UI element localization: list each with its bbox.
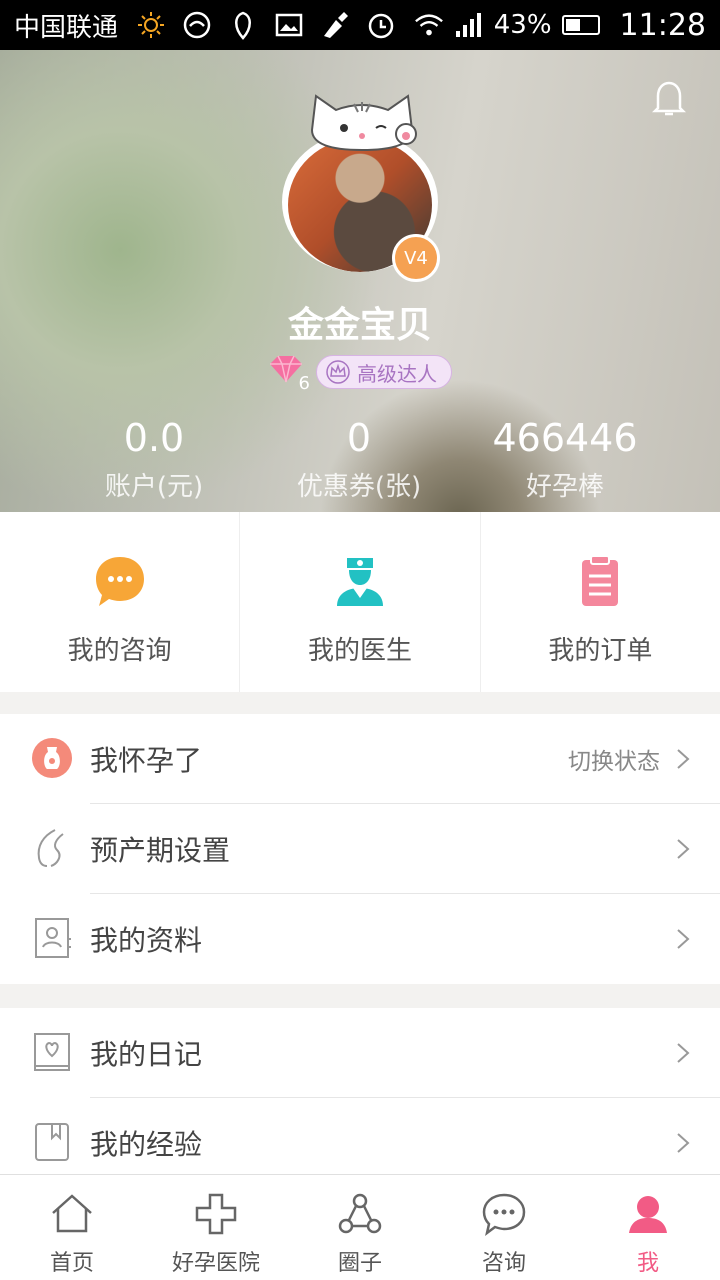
quick-action-label: 我的咨询 <box>67 636 172 666</box>
status-icons <box>136 10 396 40</box>
battery-icon <box>561 15 600 35</box>
nav-label: 我 <box>636 1251 659 1276</box>
nav-hospital[interactable]: 好孕医院 <box>144 1175 288 1280</box>
signal-icon <box>454 10 484 40</box>
doctor-icon <box>336 558 383 606</box>
nav-home[interactable]: 首页 <box>0 1175 144 1280</box>
stat-coupons[interactable]: 0 优惠券(张) <box>259 416 459 503</box>
clock-time: 11:28 <box>619 7 706 43</box>
my-orders-button[interactable]: 我的订单 <box>481 512 720 692</box>
status-bar: 中国联通 43% 11:28 <box>0 0 720 50</box>
gem-badge[interactable]: 6 <box>268 354 310 394</box>
nav-consult[interactable]: 咨询 <box>432 1175 576 1280</box>
image-icon <box>274 10 304 40</box>
my-consultation-button[interactable]: 我的咨询 <box>0 512 241 692</box>
bookmark-book-icon <box>32 1120 72 1164</box>
stat-label: 好孕棒 <box>525 472 604 502</box>
profile-card-icon <box>32 916 72 960</box>
switch-status-label: 切换状态 <box>568 749 660 775</box>
menu-item-due-date[interactable]: 预产期设置 <box>0 804 720 894</box>
stat-value: 466446 <box>492 416 638 460</box>
menu-item-label: 我怀孕了 <box>90 744 203 777</box>
stats-row: 0.0 账户(元) 0 优惠券(张) 466446 好孕棒 <box>0 416 720 512</box>
avatar-container[interactable]: V4 <box>280 90 440 282</box>
quick-action-label: 我的订单 <box>548 636 653 666</box>
username: 金金宝贝 <box>287 305 432 346</box>
vip-level-badge: V4 <box>392 234 440 282</box>
nav-label: 首页 <box>49 1251 94 1276</box>
chevron-right-icon <box>677 929 690 949</box>
gem-count: 6 <box>298 373 310 394</box>
wifi-icon <box>414 10 444 40</box>
stat-value: 0 <box>346 416 372 460</box>
quick-action-label: 我的医生 <box>307 636 412 666</box>
stat-label: 账户(元) <box>104 472 204 502</box>
chevron-right-icon <box>677 839 690 859</box>
menu-item-diary[interactable]: 我的日记 <box>0 1008 720 1098</box>
chevron-right-icon <box>677 1043 690 1063</box>
stat-points[interactable]: 466446 好孕棒 <box>465 416 665 503</box>
rank-label: 高级达人 <box>357 361 437 386</box>
battery-percent: 43% <box>493 10 552 40</box>
stat-value: 0.0 <box>123 416 185 460</box>
clipboard-icon <box>582 555 619 606</box>
bottom-nav: 首页 好孕医院 圈子 咨询 我 <box>0 1174 720 1280</box>
stat-label: 优惠券(张) <box>296 472 422 502</box>
status-right: 43% 11:28 <box>414 8 706 43</box>
menu-item-my-profile[interactable]: 我的资料 <box>0 894 720 984</box>
stat-account[interactable]: 0.0 账户(元) <box>54 416 254 503</box>
nav-label: 圈子 <box>337 1251 382 1276</box>
hospital-cross-icon <box>195 1193 237 1235</box>
nav-circles[interactable]: 圈子 <box>288 1175 432 1280</box>
circle-group-icon <box>338 1193 382 1234</box>
chevron-right-icon <box>677 1133 690 1153</box>
menu-item-label: 我的日记 <box>90 1038 203 1071</box>
weather-icon <box>136 10 166 40</box>
menu-item-pregnant[interactable]: 我怀孕了 切换状态 <box>0 714 720 804</box>
bell-icon[interactable] <box>652 78 686 118</box>
quick-actions: 我的咨询 我的医生 我的订单 <box>0 512 720 692</box>
nav-label: 咨询 <box>481 1251 526 1276</box>
clean-icon <box>320 10 350 40</box>
chat-bubble-icon <box>95 557 144 606</box>
chat-icon <box>482 1193 526 1237</box>
user-icon <box>629 1196 667 1233</box>
profile-header: V4 金金宝贝 6 高级达人 0.0 账户(元) 0 优惠券(张) 466446… <box>0 50 720 512</box>
location-icon <box>228 10 258 40</box>
app-notification-icon <box>182 10 212 40</box>
menu-item-label: 我的经验 <box>90 1128 203 1161</box>
alarm-icon <box>366 10 396 40</box>
diary-icon <box>32 1030 72 1074</box>
chevron-right-icon <box>677 749 690 769</box>
crown-icon <box>326 360 350 384</box>
user-tags: 6 高级达人 <box>0 354 720 394</box>
home-icon <box>52 1194 92 1233</box>
due-date-icon <box>32 826 72 870</box>
menu-item-label: 预产期设置 <box>90 834 231 867</box>
menu-group-pregnancy: 我怀孕了 切换状态 预产期设置 我的资料 <box>0 714 720 984</box>
menu-item-label: 我的资料 <box>90 924 203 957</box>
cat-decoration-icon <box>310 94 417 152</box>
pregnant-icon <box>32 736 72 780</box>
rank-badge[interactable]: 高级达人 <box>316 355 452 389</box>
nav-label: 好孕医院 <box>171 1251 260 1276</box>
nav-me[interactable]: 我 <box>576 1175 720 1280</box>
menu-group-records: 我的日记 我的经验 <box>0 1008 720 1188</box>
my-doctor-button[interactable]: 我的医生 <box>240 512 481 692</box>
carrier-label: 中国联通 <box>14 12 119 43</box>
